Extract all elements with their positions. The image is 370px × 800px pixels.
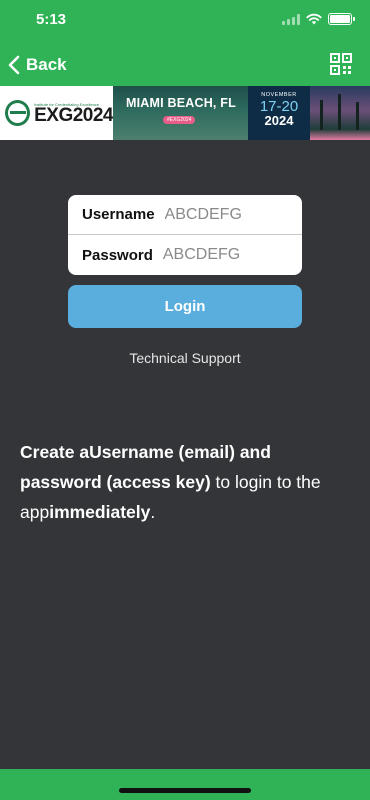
username-row: Username [68,195,302,235]
technical-support-link[interactable]: Technical Support [0,350,370,366]
event-banner: Institute for Credentialing Excellence E… [0,86,370,140]
banner-hashtag: #EXG2024 [163,116,196,124]
logo-mark-icon [5,100,31,126]
banner-photo [310,86,370,140]
banner-logo: Institute for Credentialing Excellence E… [0,86,113,140]
password-label: Password [82,246,153,264]
qr-code-icon[interactable] [330,53,352,75]
username-label: Username [82,206,155,223]
instructions-part-3: immediately [49,502,151,522]
battery-icon [328,13,355,25]
back-label: Back [26,55,67,74]
password-input[interactable] [162,246,283,264]
chevron-left-icon [8,55,20,75]
password-row: Password [68,235,302,275]
login-instructions: Create aUsername (email) and password (a… [20,437,355,527]
logo-name: EXG2024 [34,104,113,126]
home-indicator [119,788,251,793]
login-card: Username Password [68,195,302,275]
status-bar: 5:13 [0,0,370,44]
login-button[interactable]: Login [68,285,302,328]
status-time: 5:13 [36,11,67,28]
banner-year: 2024 [264,113,294,128]
banner-city: MIAMI BEACH, FL [126,96,236,110]
wifi-icon [306,13,322,25]
nav-bar: Back [0,44,370,86]
banner-city-panel: MIAMI BEACH, FL #EXG2024 [113,86,248,140]
status-icons [282,13,355,25]
signal-icon [282,13,300,25]
banner-dates: 17-20 [259,98,299,115]
instructions-part-4: . [150,502,156,522]
back-button[interactable]: Back [8,52,67,78]
banner-date-panel: NOVEMBER 17-20 2024 [248,86,310,140]
bottom-bar [0,769,370,800]
username-input[interactable] [164,205,285,224]
